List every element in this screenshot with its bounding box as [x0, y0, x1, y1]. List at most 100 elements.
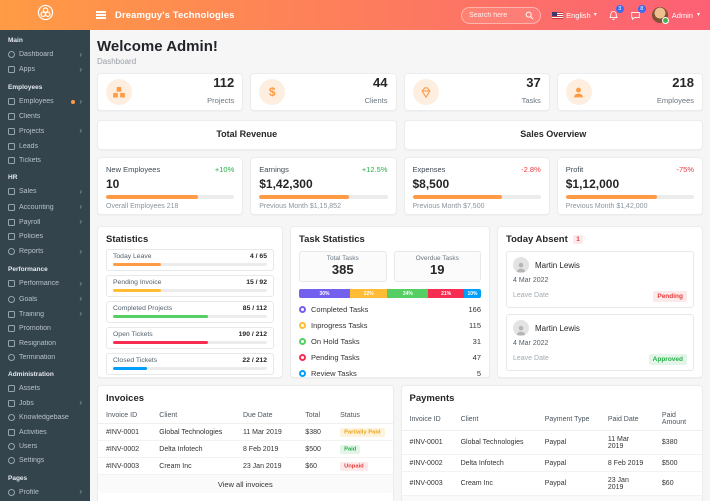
sidebar-item-projects[interactable]: Projects ›: [0, 124, 90, 139]
view-all-payments-link[interactable]: View all payments: [401, 496, 702, 501]
sidebar-item-clients[interactable]: Clients: [0, 110, 90, 124]
sidebar-item-termination[interactable]: Termination: [0, 350, 90, 364]
sidebar-item-activities[interactable]: Activities: [0, 425, 90, 439]
chevron-right-icon: ›: [79, 186, 82, 196]
sidebar-item-employees[interactable]: Employees ›: [0, 94, 90, 109]
sidebar-item-performance[interactable]: Performance ›: [0, 276, 90, 291]
progress-bar: [412, 195, 541, 199]
column-header: Paid Date: [599, 409, 654, 431]
sidebar-item-knowledgebase[interactable]: Knowledgebase: [0, 411, 90, 425]
sidebar-item-tickets[interactable]: Tickets: [0, 153, 90, 167]
progress-bar: [259, 195, 388, 199]
sidebar-item-settings[interactable]: Settings: [0, 453, 90, 467]
sidebar-item-reports[interactable]: Reports ›: [0, 244, 90, 259]
sidebar-item-dashboard[interactable]: Dashboard ›: [0, 47, 90, 62]
menu-toggle-icon[interactable]: [96, 0, 106, 30]
employee-name[interactable]: Martin Lewis: [535, 261, 580, 270]
employees-icon: [8, 98, 15, 106]
activities-icon: [8, 428, 15, 436]
sidebar-item-users[interactable]: Users: [0, 439, 90, 453]
progress-bar: [113, 315, 267, 318]
sidebar-item-jobs[interactable]: Jobs ›: [0, 396, 90, 411]
column-header: Total: [297, 409, 333, 424]
us-flag-icon: [552, 11, 564, 19]
status-badge: Paid: [340, 445, 361, 454]
earnings-kpi-card: Earnings +12.5% $1,42,300 Previous Month…: [250, 157, 397, 215]
message-badge: 8: [637, 4, 646, 13]
avatar: [513, 320, 529, 336]
kpi-value: $1,42,300: [259, 177, 313, 191]
bar-segment: 24%: [387, 289, 429, 298]
table-row: #INV-0003 Cream Inc 23 Jan 2019 $60 Unpa…: [98, 457, 393, 475]
kpi-label: Profit: [565, 165, 584, 174]
messages-button[interactable]: 8: [630, 4, 646, 21]
language-selector[interactable]: English ▾: [552, 11, 597, 20]
sidebar-item-sales[interactable]: Sales ›: [0, 184, 90, 199]
sidebar-item-goals[interactable]: Goals ›: [0, 291, 90, 306]
sidebar-item-payroll[interactable]: Payroll ›: [0, 215, 90, 230]
kpi-label: Expenses: [412, 165, 446, 174]
legend-dot: [299, 354, 306, 362]
sidebar-item-accounting[interactable]: Accounting ›: [0, 200, 90, 215]
legend-row: Inprogress Tasks 115: [299, 317, 481, 333]
expenses-kpi-card: Expenses -2.8% $8,500 Previous Month $7,…: [403, 157, 550, 215]
column-header: Invoice ID: [401, 409, 453, 431]
kpi-change: +10%: [214, 165, 235, 174]
table-row: #INV-0001 Global Technologies Paypal 11 …: [401, 430, 702, 455]
clients-icon: [8, 113, 15, 121]
avatar: [651, 7, 669, 24]
bar-segment: 10%: [464, 289, 481, 298]
bar-segment: 30%: [299, 289, 351, 298]
legend-row: Pending Tasks 47: [299, 350, 481, 366]
column-header: Paid Amount: [653, 409, 702, 431]
table-row: #INV-0002 Delta Infotech Paypal 8 Feb 20…: [401, 454, 702, 472]
column-header: Client: [452, 409, 537, 431]
top-header: Dreamguy's Technologies English ▾ 3: [0, 0, 710, 30]
chevron-right-icon: ›: [79, 126, 82, 136]
payments-table: Invoice ID Client Payment Type Paid Date…: [401, 409, 702, 496]
kpi-value: 10: [106, 177, 120, 191]
avatar: [513, 257, 529, 273]
stat-label: Clients: [364, 96, 388, 106]
policies-icon: [8, 233, 15, 241]
sidebar-item-resignation[interactable]: Resignation: [0, 336, 90, 350]
sidebar-item-training[interactable]: Training ›: [0, 307, 90, 322]
column-header: Invoice ID: [98, 409, 152, 424]
sidebar-item-profile[interactable]: Profile ›: [0, 485, 90, 500]
chevron-right-icon: ›: [79, 49, 82, 59]
search-icon[interactable]: [525, 11, 534, 20]
employee-name[interactable]: Martin Lewis: [535, 324, 580, 333]
legend-dot: [299, 370, 306, 377]
status-badge: Pending: [653, 291, 687, 302]
stat-label: Tasks: [521, 96, 541, 106]
leave-date: 4 Mar 2022: [513, 340, 549, 347]
sidebar-section-pages: Pages: [8, 474, 28, 482]
stat-cards-row: 112 Projects $ 44 Clients 37 Tasks 218 E…: [97, 73, 703, 111]
view-all-invoices-link[interactable]: View all invoices: [98, 475, 393, 493]
goals-icon: [8, 295, 15, 303]
table-row: #INV-0003 Cream Inc Paypal 23 Jan 2019 $…: [401, 471, 702, 496]
logo[interactable]: [0, 4, 90, 26]
sidebar-item-promotion[interactable]: Promotion: [0, 322, 90, 336]
accounting-icon: [8, 203, 15, 211]
sidebar-item-assets[interactable]: Assets: [0, 381, 90, 395]
statistic-item: Completed Projects 85 / 112: [106, 301, 274, 323]
task-legend: Completed Tasks 166 Inprogress Tasks 115…: [299, 301, 481, 377]
card-title: Invoices: [106, 393, 145, 404]
overdue-tasks-box: Overdue Tasks 19: [393, 251, 481, 282]
projects-icon: [8, 127, 15, 135]
sidebar-item-leads[interactable]: Leads: [0, 139, 90, 153]
task-totals: Total Tasks 385 Overdue Tasks 19: [299, 251, 481, 282]
tables-row: Invoices Invoice ID Client Due Date Tota…: [97, 385, 703, 501]
total-tasks-box: Total Tasks 385: [299, 251, 387, 282]
cubes-icon: [106, 79, 132, 105]
kpi-change: -2.8%: [521, 165, 541, 174]
charts-row: Total Revenue Sales Overview: [97, 120, 703, 150]
notifications-button[interactable]: 3: [608, 4, 624, 21]
sidebar-item-policies[interactable]: Policies: [0, 230, 90, 244]
payments-card: Payments Invoice ID Client Payment Type …: [400, 385, 703, 501]
user-menu[interactable]: Admin ▾: [651, 7, 700, 24]
stat-value: 37: [526, 74, 541, 90]
sidebar-item-apps[interactable]: Apps ›: [0, 62, 90, 77]
search-input[interactable]: [469, 11, 526, 19]
